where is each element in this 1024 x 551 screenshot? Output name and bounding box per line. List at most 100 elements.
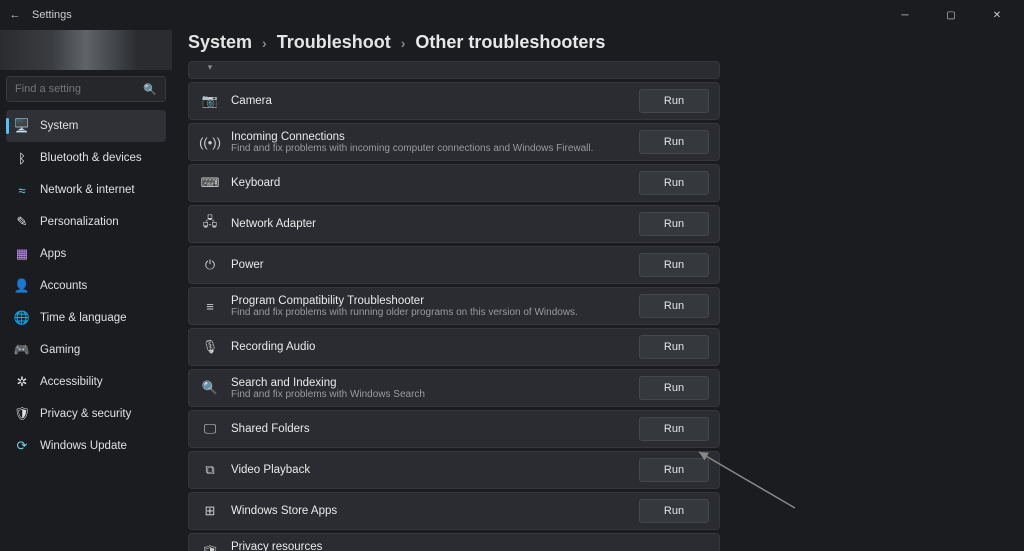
troubleshooter-row: ≡ Program Compatibility Troubleshooter F… bbox=[188, 287, 720, 325]
run-button[interactable]: Run bbox=[639, 417, 709, 441]
nav-icon: ✲ bbox=[14, 374, 30, 390]
user-banner[interactable] bbox=[0, 30, 172, 70]
sidebar-item-gaming[interactable]: 🎮 Gaming bbox=[6, 334, 166, 366]
item-title: Recording Audio bbox=[231, 341, 315, 353]
troubleshooter-row: 📷 Camera Run bbox=[188, 82, 720, 120]
run-button[interactable]: Run bbox=[639, 130, 709, 154]
maximize-button[interactable]: ▢ bbox=[928, 0, 974, 30]
nav-icon: ᛒ bbox=[14, 151, 30, 166]
run-button[interactable]: Run bbox=[639, 335, 709, 359]
sidebar-item-personalization[interactable]: ✎ Personalization bbox=[6, 206, 166, 238]
window-title: Settings bbox=[32, 9, 72, 21]
run-button[interactable]: Run bbox=[639, 212, 709, 236]
item-icon: 🖧 bbox=[199, 213, 221, 235]
item-desc: Find and fix problems with running older… bbox=[231, 307, 578, 318]
item-title: Windows Store Apps bbox=[231, 505, 337, 517]
sidebar-item-label: Accessibility bbox=[40, 376, 103, 388]
nav-icon: ✎ bbox=[14, 214, 30, 230]
run-button[interactable]: Run bbox=[639, 294, 709, 318]
run-button[interactable]: Run bbox=[639, 253, 709, 277]
item-icon: 🖵 bbox=[199, 421, 221, 437]
item-title: Incoming Connections bbox=[231, 131, 593, 143]
item-icon: ⌨ bbox=[199, 175, 221, 191]
chevron-down-icon: ▾ bbox=[199, 62, 221, 73]
crumb-troubleshoot[interactable]: Troubleshoot bbox=[277, 32, 391, 53]
troubleshooter-row: 🔍 Search and Indexing Find and fix probl… bbox=[188, 369, 720, 407]
shield-icon: 🛡 bbox=[199, 544, 221, 551]
nav-icon: 🖥️ bbox=[14, 118, 30, 134]
run-button[interactable]: Run bbox=[639, 171, 709, 195]
run-button[interactable]: Run bbox=[639, 376, 709, 400]
sidebar-item-label: Bluetooth & devices bbox=[40, 152, 142, 164]
search-icon: 🔍 bbox=[143, 83, 157, 96]
nav-icon: ⟳ bbox=[14, 438, 30, 454]
info-title: Privacy resources bbox=[231, 541, 398, 551]
troubleshooter-row: 🖵 Shared Folders Run bbox=[188, 410, 720, 448]
troubleshooter-row: ⧉ Video Playback Run bbox=[188, 451, 720, 489]
sidebar-item-label: Gaming bbox=[40, 344, 80, 356]
sidebar-item-time-language[interactable]: 🌐 Time & language bbox=[6, 302, 166, 334]
item-icon: ⏻ bbox=[199, 257, 221, 273]
nav-icon: 🛡 bbox=[14, 406, 30, 422]
item-title: Program Compatibility Troubleshooter bbox=[231, 295, 578, 307]
prev-item-partial: ▾ bbox=[188, 61, 720, 79]
sidebar-item-accessibility[interactable]: ✲ Accessibility bbox=[6, 366, 166, 398]
item-icon: ((•)) bbox=[199, 135, 221, 150]
run-button[interactable]: Run bbox=[639, 458, 709, 482]
sidebar-item-apps[interactable]: ▦ Apps bbox=[6, 238, 166, 270]
troubleshooter-row: ((•)) Incoming Connections Find and fix … bbox=[188, 123, 720, 161]
minimize-button[interactable]: ─ bbox=[882, 0, 928, 30]
crumb-current: Other troubleshooters bbox=[415, 32, 605, 53]
sidebar-item-label: System bbox=[40, 120, 78, 132]
item-title: Shared Folders bbox=[231, 423, 310, 435]
item-icon: ⧉ bbox=[199, 462, 221, 478]
item-icon: 🔍 bbox=[199, 380, 221, 396]
item-title: Camera bbox=[231, 95, 272, 107]
item-title: Video Playback bbox=[231, 464, 310, 476]
nav-icon: 🌐 bbox=[14, 310, 30, 326]
sidebar-item-system[interactable]: 🖥️ System bbox=[6, 110, 166, 142]
back-button[interactable]: ← bbox=[4, 9, 26, 21]
item-icon: 📷 bbox=[199, 93, 221, 109]
run-button[interactable]: Run bbox=[639, 89, 709, 113]
sidebar-item-label: Apps bbox=[40, 248, 66, 260]
sidebar-item-label: Privacy & security bbox=[40, 408, 131, 420]
item-icon: ⊞ bbox=[199, 503, 221, 519]
sidebar-item-network-internet[interactable]: ≈ Network & internet bbox=[6, 174, 166, 206]
sidebar: 🔍 🖥️ Systemᛒ Bluetooth & devices≈ Networ… bbox=[0, 30, 172, 551]
nav-icon: 🎮 bbox=[14, 342, 30, 358]
item-desc: Find and fix problems with incoming comp… bbox=[231, 143, 593, 154]
sidebar-item-privacy-security[interactable]: 🛡 Privacy & security bbox=[6, 398, 166, 430]
item-icon: ≡ bbox=[199, 299, 221, 314]
troubleshooter-row: ⊞ Windows Store Apps Run bbox=[188, 492, 720, 530]
sidebar-item-label: Windows Update bbox=[40, 440, 127, 452]
item-title: Network Adapter bbox=[231, 218, 316, 230]
troubleshooter-row: ⌨ Keyboard Run bbox=[188, 164, 720, 202]
titlebar: ← Settings ─ ▢ ✕ bbox=[0, 0, 1024, 30]
privacy-resources-row[interactable]: 🛡 Privacy resources About these settings… bbox=[188, 533, 720, 551]
sidebar-item-accounts[interactable]: 👤 Accounts bbox=[6, 270, 166, 302]
crumb-system[interactable]: System bbox=[188, 32, 252, 53]
chevron-right-icon: › bbox=[262, 35, 267, 51]
chevron-right-icon: › bbox=[401, 35, 406, 51]
nav-icon: 👤 bbox=[14, 278, 30, 294]
item-title: Search and Indexing bbox=[231, 377, 425, 389]
search-box[interactable]: 🔍 bbox=[6, 76, 166, 102]
run-button[interactable]: Run bbox=[639, 499, 709, 523]
item-title: Power bbox=[231, 259, 264, 271]
nav-icon: ≈ bbox=[14, 183, 30, 198]
sidebar-item-label: Time & language bbox=[40, 312, 127, 324]
item-icon: 🎙 bbox=[199, 339, 221, 355]
main-panel: System › Troubleshoot › Other troublesho… bbox=[172, 30, 1024, 551]
troubleshooter-row: ⏻ Power Run bbox=[188, 246, 720, 284]
sidebar-item-label: Personalization bbox=[40, 216, 119, 228]
search-input[interactable] bbox=[15, 83, 157, 95]
sidebar-item-label: Network & internet bbox=[40, 184, 135, 196]
sidebar-item-label: Accounts bbox=[40, 280, 87, 292]
troubleshooter-row: 🎙 Recording Audio Run bbox=[188, 328, 720, 366]
sidebar-item-bluetooth-devices[interactable]: ᛒ Bluetooth & devices bbox=[6, 142, 166, 174]
item-desc: Find and fix problems with Windows Searc… bbox=[231, 389, 425, 400]
breadcrumb: System › Troubleshoot › Other troublesho… bbox=[188, 32, 1008, 53]
sidebar-item-windows-update[interactable]: ⟳ Windows Update bbox=[6, 430, 166, 462]
close-button[interactable]: ✕ bbox=[974, 0, 1020, 30]
